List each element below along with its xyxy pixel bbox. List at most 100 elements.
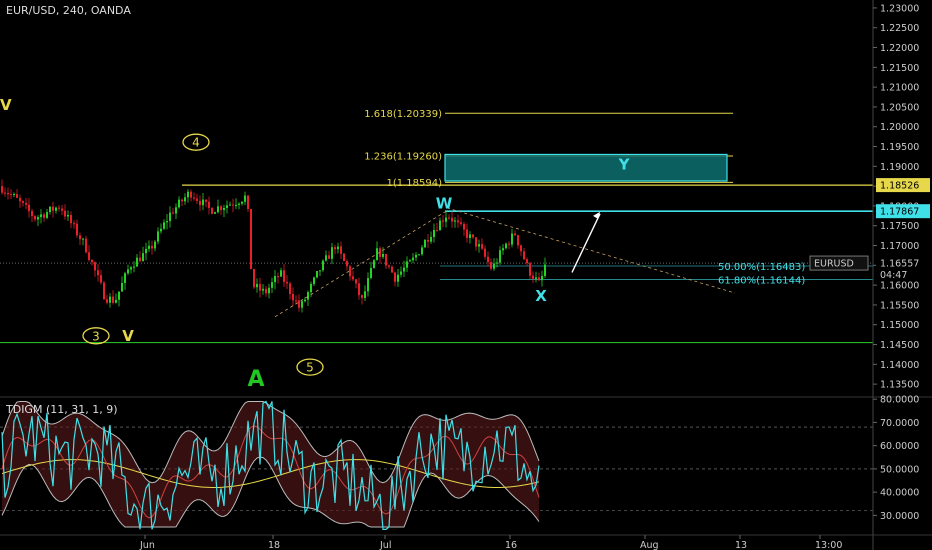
y-tick-label: 1.20500: [880, 102, 919, 113]
candle-body: [541, 275, 543, 281]
fib-level-label: 1(1.18594): [386, 178, 442, 189]
candle-body: [181, 199, 183, 202]
candle-body: [172, 212, 174, 214]
candle-body: [148, 245, 150, 249]
candle-body: [304, 299, 306, 302]
projection-arrow-head: [593, 211, 600, 219]
candle-body: [7, 192, 9, 195]
candle-body: [286, 281, 288, 284]
candle-body: [208, 201, 210, 208]
candle-body: [151, 245, 153, 249]
candle-body: [190, 191, 192, 198]
indicator-band-fill: [2, 401, 539, 528]
fib-level-label: 1.236(1.19260): [364, 152, 442, 163]
candle-body: [376, 248, 378, 261]
price-tag: 1.16557: [880, 259, 919, 270]
candle-body: [481, 244, 483, 249]
candle-body: [46, 212, 48, 218]
candle-body: [247, 195, 249, 209]
candle-body: [37, 217, 39, 220]
candle-body: [418, 254, 420, 256]
candle-body: [511, 233, 513, 245]
candle-body: [385, 253, 387, 266]
candle-body: [394, 272, 396, 282]
candle-body: [400, 271, 402, 275]
candle-body: [508, 243, 510, 245]
price-tag: 1.17867: [880, 207, 919, 218]
candle-body: [427, 239, 429, 242]
candle-body: [433, 229, 435, 237]
candle-body: [211, 207, 213, 214]
candle-body: [16, 194, 18, 198]
y-tick-label: 1.14500: [880, 340, 919, 351]
trend-line-up: [274, 210, 448, 318]
candle-body: [43, 214, 45, 218]
candle-body: [505, 243, 507, 249]
candle-body: [82, 238, 84, 240]
candle-body: [442, 220, 444, 222]
price-chart[interactable]: 1.618(1.20339) 1.236(1.19260) 1(1.18594) 50…: [0, 0, 932, 550]
y-tick-label: 1.13500: [880, 380, 919, 391]
candle-body: [334, 247, 336, 250]
x-tick-label: 18: [268, 540, 280, 550]
candle-body: [199, 200, 201, 206]
y-tick-label: 1.19000: [880, 162, 919, 173]
y-tick-label: 1.17500: [880, 221, 919, 232]
wave-label: Y: [618, 156, 631, 174]
candle-body: [487, 256, 489, 263]
candle-body: [133, 266, 135, 268]
fib-level-label: 1.618(1.20339): [364, 109, 442, 120]
y-tick-label: 1.15500: [880, 300, 919, 311]
candle-body: [253, 269, 255, 288]
candle-body: [352, 276, 354, 280]
candle-body: [166, 221, 168, 223]
candle-body: [40, 214, 42, 218]
wave-label: 3: [92, 329, 100, 343]
y-tick-label: 1.17000: [880, 241, 919, 252]
candle-body: [223, 207, 225, 211]
candle-body: [346, 261, 348, 267]
candle-body: [412, 257, 414, 261]
candle-body: [70, 214, 72, 224]
target-zone-box[interactable]: [444, 153, 728, 182]
y-tick-label: 1.16000: [880, 281, 919, 292]
candle-body: [463, 223, 465, 230]
candle-body: [331, 247, 333, 259]
y-tick-label: 1.21500: [880, 63, 919, 74]
candle-body: [229, 204, 231, 206]
indicator-y-tick-label: 50.0000: [880, 464, 919, 475]
candle-body: [466, 229, 468, 238]
candle-body: [100, 275, 102, 283]
candle-body: [61, 208, 63, 211]
candle-body: [454, 220, 456, 222]
indicator-pane[interactable]: [0, 400, 873, 530]
candle-body: [415, 254, 417, 258]
retracement-label: 61.80%(1.16144): [718, 275, 805, 286]
main-price-pane[interactable]: 1.618(1.20339) 1.236(1.19260) 1(1.18594) 50…: [0, 96, 873, 392]
candle-body: [328, 255, 330, 259]
wave-label: W: [436, 195, 453, 213]
candle-body: [292, 293, 294, 301]
candle-body: [391, 266, 393, 273]
candle-body: [124, 273, 126, 283]
candle-body: [34, 216, 36, 220]
candle-body: [478, 244, 480, 247]
y-tick-label: 1.20000: [880, 122, 919, 133]
candle-body: [103, 282, 105, 300]
candle-body: [220, 206, 222, 211]
candle-body: [319, 270, 321, 272]
candle-body: [538, 277, 540, 281]
x-tick-label: 16: [505, 540, 517, 550]
candle-body: [262, 288, 264, 291]
indicator-y-tick-label: 80.0000: [880, 395, 919, 406]
candle-body: [349, 266, 351, 277]
candle-body: [97, 270, 99, 276]
candle-body: [469, 234, 471, 238]
candle-body: [76, 223, 78, 236]
candle-body: [25, 202, 27, 205]
candle-body: [271, 282, 273, 288]
candle-body: [232, 204, 234, 206]
candle-body: [169, 212, 171, 222]
candle-body: [130, 267, 132, 270]
candle-body: [22, 201, 24, 203]
